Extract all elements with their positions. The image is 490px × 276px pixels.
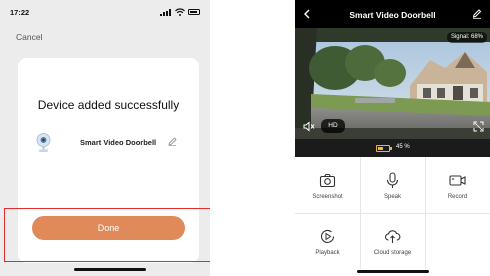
control-grid: Screenshot Speak Record Playback Cloud s… [295,157,490,276]
screenshot-button[interactable]: Screenshot [295,157,360,213]
cloud-upload-icon [385,230,401,243]
screenshot-label: Screenshot [312,194,343,200]
record-button[interactable]: Record [425,157,490,213]
device-added-screen: 17:22 Cancel Device added successfully S… [0,0,210,276]
battery-level-fill [378,147,383,150]
cloud-storage-button[interactable]: Cloud storage [360,213,425,269]
status-icons [160,8,200,16]
battery-status-bar: 45 % [295,139,490,157]
microphone-icon [386,172,399,188]
playback-button[interactable]: Playback [295,213,360,269]
device-name: Smart Video Doorbell [80,138,157,147]
home-indicator [74,268,146,271]
fullscreen-icon[interactable] [473,121,484,132]
hd-quality-button[interactable]: HD [321,119,345,133]
camera-icon [319,173,336,188]
cellular-signal-icon [160,9,171,16]
battery-tip [390,147,392,150]
camera-device-icon [36,133,51,152]
battery-icon [376,145,390,152]
device-row: Smart Video Doorbell [36,133,196,153]
wifi-icon [175,8,185,16]
cancel-link[interactable]: Cancel [16,32,42,42]
success-title: Device added successfully [37,98,180,112]
cloud-storage-label: Cloud storage [373,250,412,256]
nav-bar: Smart Video Doorbell [295,0,490,28]
signal-strength-badge: Signal: 68% [446,32,487,43]
record-label: Record [447,194,468,200]
speak-label: Speak [383,194,401,200]
video-record-icon [449,175,466,186]
phone-battery-icon [188,9,200,15]
live-view-screen: Smart Video Doorbell Signal: 68% HD 45 %… [295,0,490,276]
speak-button[interactable]: Speak [360,157,425,213]
done-button[interactable]: Done [32,216,185,240]
edit-icon[interactable] [472,9,482,19]
home-indicator [357,270,429,273]
battery-percent: 45 % [396,144,410,150]
status-time: 17:22 [10,8,30,17]
playback-label: Playback [315,250,340,256]
edit-name-icon[interactable] [168,137,177,146]
status-bar: 17:22 [0,0,210,22]
playback-icon [320,229,335,243]
live-video-feed[interactable]: Signal: 68% HD [295,28,490,139]
mute-icon[interactable] [303,121,315,132]
page-title: Smart Video Doorbell [349,10,436,20]
